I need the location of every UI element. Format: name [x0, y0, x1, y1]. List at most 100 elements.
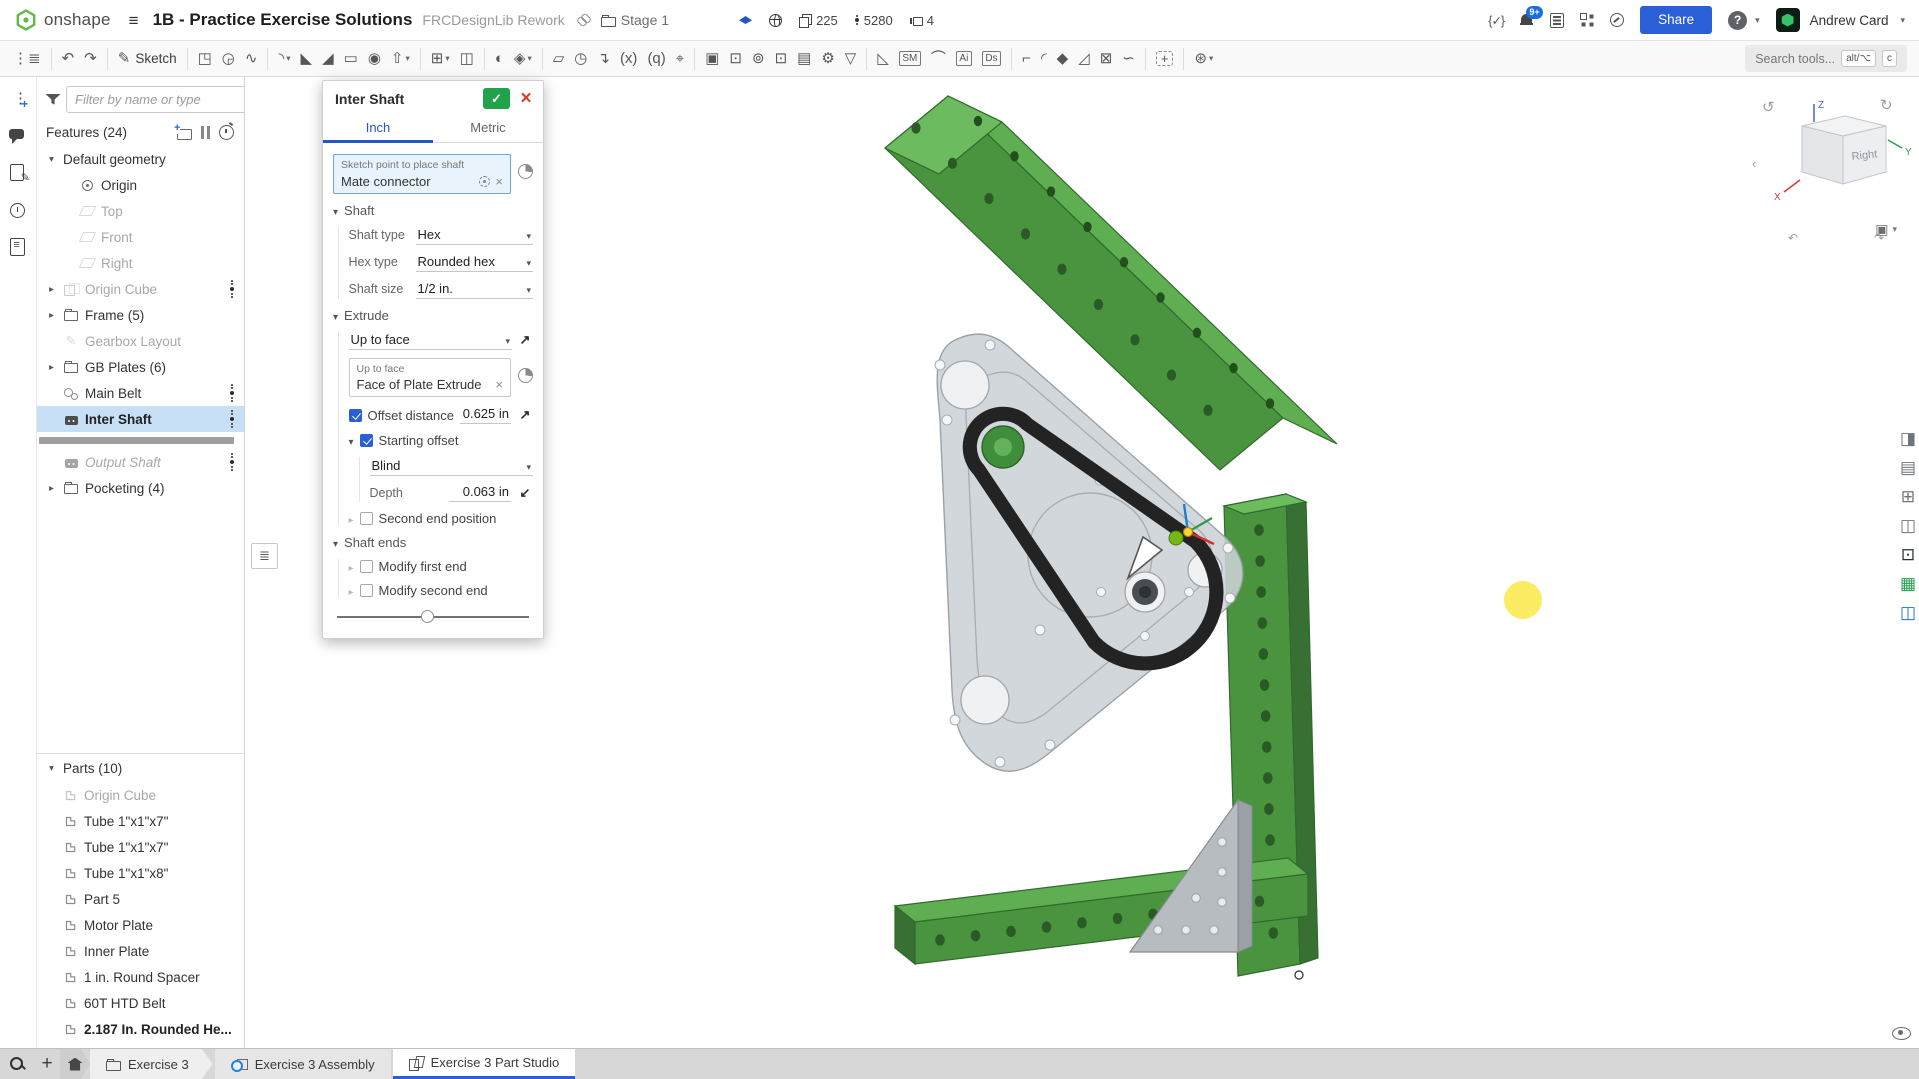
chevron-right-icon[interactable]	[349, 583, 354, 598]
chevron-right-icon[interactable]	[349, 559, 354, 574]
feature-row[interactable]: Gearbox Layout	[37, 328, 244, 354]
clear-selection-icon[interactable]: ×	[495, 175, 503, 188]
locate-pin-tool[interactable]: ⊚	[747, 48, 770, 69]
variable-table-tool[interactable]: (q)	[642, 48, 670, 69]
filter-input[interactable]	[66, 86, 245, 113]
accept-button[interactable]	[483, 88, 510, 109]
feature-row[interactable]: Inter Shaft	[37, 406, 244, 432]
visibility-eye-icon[interactable]	[1892, 1027, 1911, 1040]
shaft-size-select[interactable]: 1/2 in.	[416, 280, 534, 299]
dropdown-caret-icon[interactable]: ▾	[406, 53, 410, 64]
flip-direction-icon[interactable]	[517, 332, 533, 348]
rollback-bar[interactable]	[39, 437, 234, 444]
comments-icon[interactable]	[8, 126, 28, 146]
starting-offset-checkbox[interactable]	[360, 434, 373, 447]
user-menu-caret-icon[interactable]: ▾	[1900, 15, 1905, 26]
boolean-tool[interactable]: ◐	[490, 48, 509, 69]
custom-table-panel-icon[interactable]: ▦	[1900, 575, 1916, 592]
split-tool[interactable]: ◈▾	[509, 48, 537, 69]
finish-tool[interactable]: ◆	[1052, 48, 1074, 69]
notes-icon[interactable]	[8, 163, 28, 183]
globe-icon[interactable]	[769, 14, 782, 27]
notifications-bell-icon[interactable]: 9+	[1520, 13, 1534, 27]
part-row[interactable]: Motor Plate	[37, 912, 244, 938]
part-row[interactable]: 2.187 In. Rounded He...	[37, 1016, 244, 1042]
chevron-down-icon[interactable]	[349, 433, 354, 448]
ai-badge-tool[interactable]: Ai	[951, 48, 977, 69]
second-end-checkbox[interactable]	[360, 512, 373, 525]
chevron-right-icon[interactable]: ▸	[46, 310, 57, 321]
user-name[interactable]: Andrew Card	[1810, 13, 1889, 28]
part-row[interactable]: Origin Cube	[37, 782, 244, 808]
help-caret-icon[interactable]: ▾	[1755, 15, 1760, 26]
share-button[interactable]: Share	[1640, 6, 1712, 34]
linear-pattern-tool[interactable]: ⊞▾	[426, 48, 455, 69]
select-region-tool[interactable]: +	[1151, 48, 1179, 69]
shell-tool[interactable]: ▭	[339, 48, 363, 69]
bend-tool[interactable]: ⌐	[1017, 48, 1036, 69]
part-row[interactable]: 60T HTD Belt	[37, 990, 244, 1016]
flip-depth-icon[interactable]	[517, 485, 533, 501]
clear-selection-icon[interactable]: ×	[495, 378, 503, 391]
mirror-tool[interactable]: ◫	[455, 48, 479, 69]
redo-tool[interactable]: ↷	[79, 48, 102, 69]
chevron-right-icon[interactable]	[349, 511, 354, 526]
tab-tool-tool[interactable]: ◿	[1073, 48, 1095, 69]
sketch-tool[interactable]: ✎Sketch	[113, 48, 182, 69]
derived-tool[interactable]: ↴	[592, 48, 615, 69]
sheet-metal-badge-tool[interactable]: SM	[894, 48, 926, 69]
fillet-tool[interactable]: ◝▾	[273, 48, 295, 69]
part-row[interactable]: Part 5	[37, 886, 244, 912]
gear-tool[interactable]: ⚙	[816, 48, 839, 69]
feature-row[interactable]: ▾Default geometry	[37, 146, 244, 172]
sheet-metal-model-tool[interactable]: ◺	[872, 48, 894, 69]
find-tab-icon[interactable]	[9, 1056, 26, 1073]
end-condition-select[interactable]: Up to face	[349, 331, 513, 350]
feature-list-toggle-tool[interactable]: ⋮≣	[8, 48, 46, 69]
part-row[interactable]: 1 in. Round Spacer	[37, 964, 244, 990]
help-button[interactable]: ?	[1728, 11, 1747, 30]
mate-connector-icon[interactable]	[479, 176, 490, 187]
placement-selection-box[interactable]: Sketch point to place shaft Mate connect…	[333, 154, 511, 194]
mass-properties-panel-icon[interactable]: ⊞	[1901, 488, 1915, 505]
flange-tool[interactable]: ⌒	[926, 48, 951, 69]
chevron-down-icon[interactable]: ▾	[46, 154, 57, 165]
suppress-pause-icon[interactable]	[201, 126, 211, 139]
selection-filter-icon[interactable]	[518, 368, 533, 383]
measure-panel-icon[interactable]: ▤	[1900, 459, 1916, 476]
hex-type-select[interactable]: Rounded hex	[416, 253, 534, 272]
comparison-panel-icon[interactable]: ◫	[1900, 517, 1916, 534]
filter-icon[interactable]	[45, 93, 59, 107]
mate-connector-tool[interactable]: ⌖	[671, 48, 689, 69]
feature-row[interactable]: Top	[37, 198, 244, 224]
offset-surface-tool[interactable]: ◷	[569, 48, 592, 69]
part-row[interactable]: Tube 1"x1"x7"	[37, 808, 244, 834]
variable-tool[interactable]: (x)	[615, 48, 643, 69]
feature-row[interactable]: Main Belt	[37, 380, 244, 406]
feature-dialog-list-button[interactable]: ≣	[251, 543, 278, 569]
tab-exercise-3[interactable]: Exercise 3	[90, 1049, 213, 1079]
search-tools-button[interactable]: Search tools... alt/⌥ c	[1745, 45, 1907, 72]
undo-tool[interactable]: ↶	[57, 48, 80, 69]
offset-distance-checkbox[interactable]	[349, 409, 362, 422]
tab-inch[interactable]: Inch	[323, 114, 433, 142]
chevron-right-icon[interactable]: ▸	[46, 362, 57, 373]
chevron-down-icon[interactable]: ▾	[46, 763, 57, 774]
apps-grid-icon[interactable]	[1580, 13, 1594, 27]
revolve-tool[interactable]: ◶	[217, 48, 240, 69]
dropdown-caret-icon[interactable]: ▾	[1209, 53, 1213, 64]
tasks-icon[interactable]	[8, 237, 28, 257]
material-tool[interactable]: ▤	[792, 48, 816, 69]
feature-row[interactable]: Origin	[37, 172, 244, 198]
feature-row[interactable]: Output Shaft	[37, 449, 244, 475]
feature-row[interactable]: ▸Origin Cube	[37, 276, 244, 302]
face-selection-box[interactable]: Up to face Face of Plate Extrude ×	[349, 358, 512, 398]
custom-features-menu-tool[interactable]: ⊛▾	[1189, 48, 1218, 69]
dropdown-caret-icon[interactable]: ▾	[527, 53, 531, 64]
dropdown-caret-icon[interactable]: ▾	[286, 53, 290, 64]
new-tab-button[interactable]: +	[34, 1049, 60, 1079]
starting-offset-type-select[interactable]: Blind	[370, 457, 534, 476]
depth-input[interactable]: 0.063 in	[449, 484, 511, 502]
feature-check-icon[interactable]: {✓}	[1488, 13, 1504, 28]
flat-pattern-tool[interactable]: ⊠	[1095, 48, 1118, 69]
